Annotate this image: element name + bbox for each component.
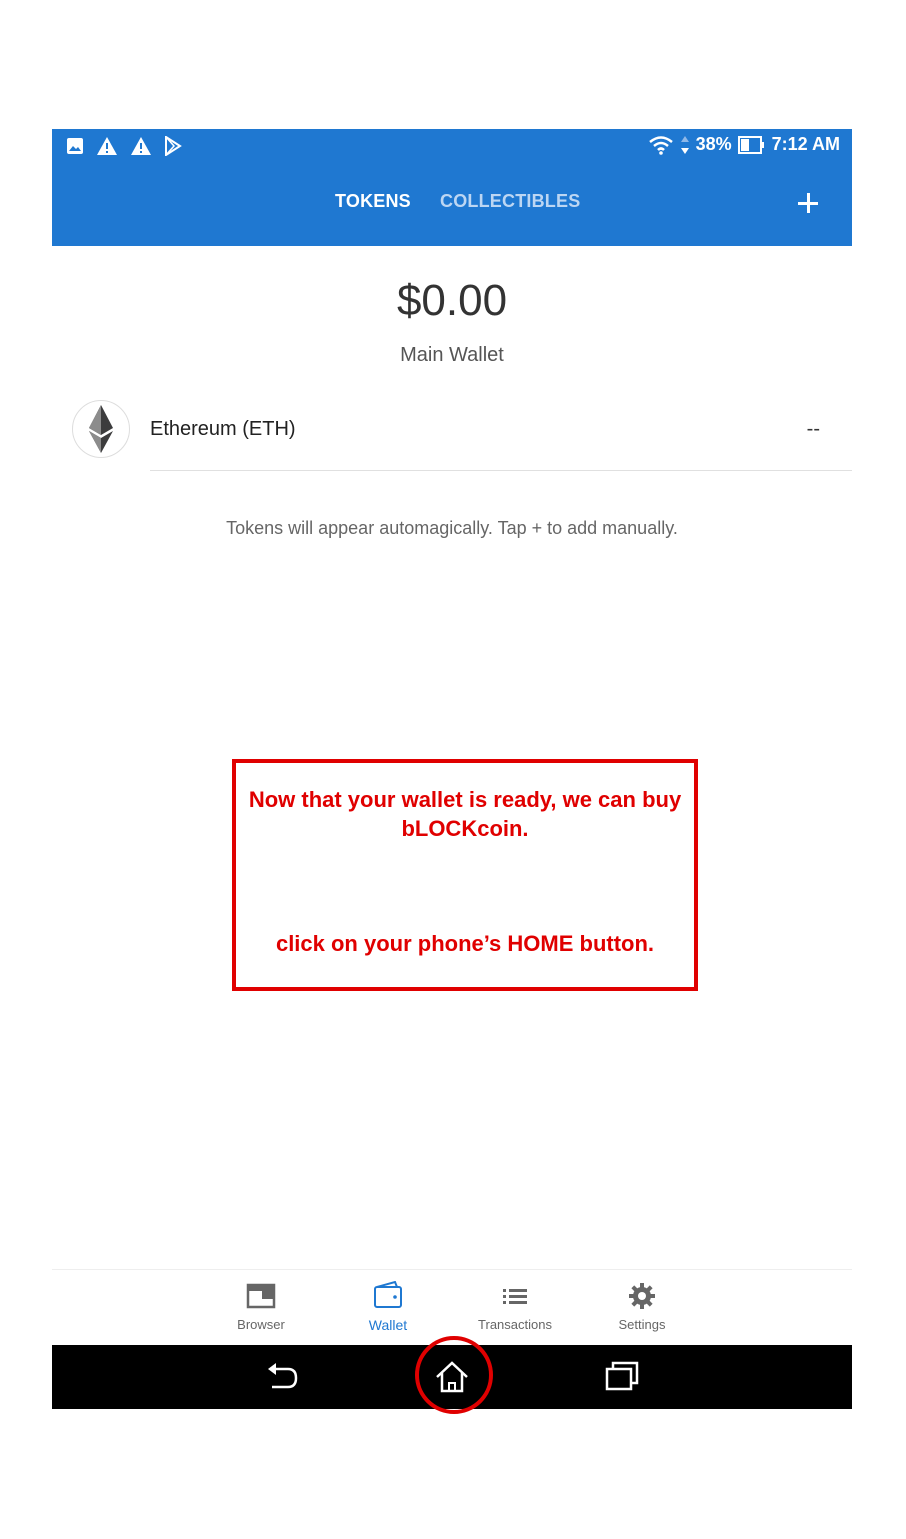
play-store-icon bbox=[164, 136, 182, 156]
warning-icon bbox=[96, 136, 118, 156]
nav-label-browser: Browser bbox=[237, 1317, 285, 1332]
list-icon bbox=[500, 1281, 530, 1311]
clock: 7:12 AM bbox=[771, 134, 840, 154]
warning-icon bbox=[130, 136, 152, 156]
callout-text-1: Now that your wallet is ready, we can bu… bbox=[248, 787, 682, 841]
battery-percent: 38% bbox=[695, 134, 732, 154]
data-arrows-icon bbox=[680, 135, 690, 155]
browser-icon bbox=[246, 1281, 276, 1311]
token-value: -- bbox=[806, 418, 820, 440]
row-divider bbox=[150, 470, 852, 471]
battery-icon bbox=[737, 135, 766, 155]
tab-tokens[interactable]: TOKENS bbox=[335, 191, 411, 212]
tab-bar: TOKENS COLLECTIBLES bbox=[52, 191, 852, 221]
image-icon bbox=[66, 137, 84, 155]
ethereum-icon bbox=[72, 400, 130, 458]
wifi-icon bbox=[648, 135, 674, 155]
nav-label-wallet: Wallet bbox=[368, 1317, 408, 1333]
tab-collectibles[interactable]: COLLECTIBLES bbox=[440, 191, 580, 212]
callout-text-2: click on your phone’s HOME button. bbox=[275, 931, 655, 956]
phone-screen: 38% 7:12 AM TOKENS COLLECTIBLES $0.00 Ma… bbox=[52, 129, 852, 1414]
nav-transactions[interactable]: Transactions bbox=[460, 1277, 570, 1341]
token-name: Ethereum (ETH) bbox=[150, 418, 296, 440]
nav-settings[interactable]: Settings bbox=[587, 1277, 697, 1341]
tokens-hint: Tokens will appear automagically. Tap + … bbox=[226, 518, 678, 538]
wallet-name: Main Wallet bbox=[400, 344, 504, 366]
add-token-button[interactable] bbox=[792, 187, 824, 219]
balance-amount: $0.00 bbox=[396, 276, 508, 325]
token-row-eth[interactable]: Ethereum (ETH) -- bbox=[52, 400, 852, 472]
nav-label-transactions: Transactions bbox=[478, 1317, 552, 1332]
recents-icon[interactable] bbox=[602, 1357, 642, 1397]
bottom-nav-divider bbox=[52, 1269, 852, 1270]
nav-wallet[interactable]: Wallet bbox=[333, 1277, 443, 1341]
back-icon[interactable] bbox=[262, 1357, 302, 1397]
wallet-icon bbox=[373, 1280, 403, 1311]
nav-browser[interactable]: Browser bbox=[206, 1277, 316, 1341]
instruction-callout: Now that your wallet is ready, we can bu… bbox=[232, 759, 698, 991]
status-bar: 38% 7:12 AM bbox=[52, 129, 852, 163]
home-highlight-circle bbox=[415, 1336, 493, 1414]
gear-icon bbox=[627, 1281, 657, 1311]
nav-label-settings: Settings bbox=[618, 1317, 666, 1332]
app-bar: 38% 7:12 AM TOKENS COLLECTIBLES bbox=[52, 129, 852, 246]
